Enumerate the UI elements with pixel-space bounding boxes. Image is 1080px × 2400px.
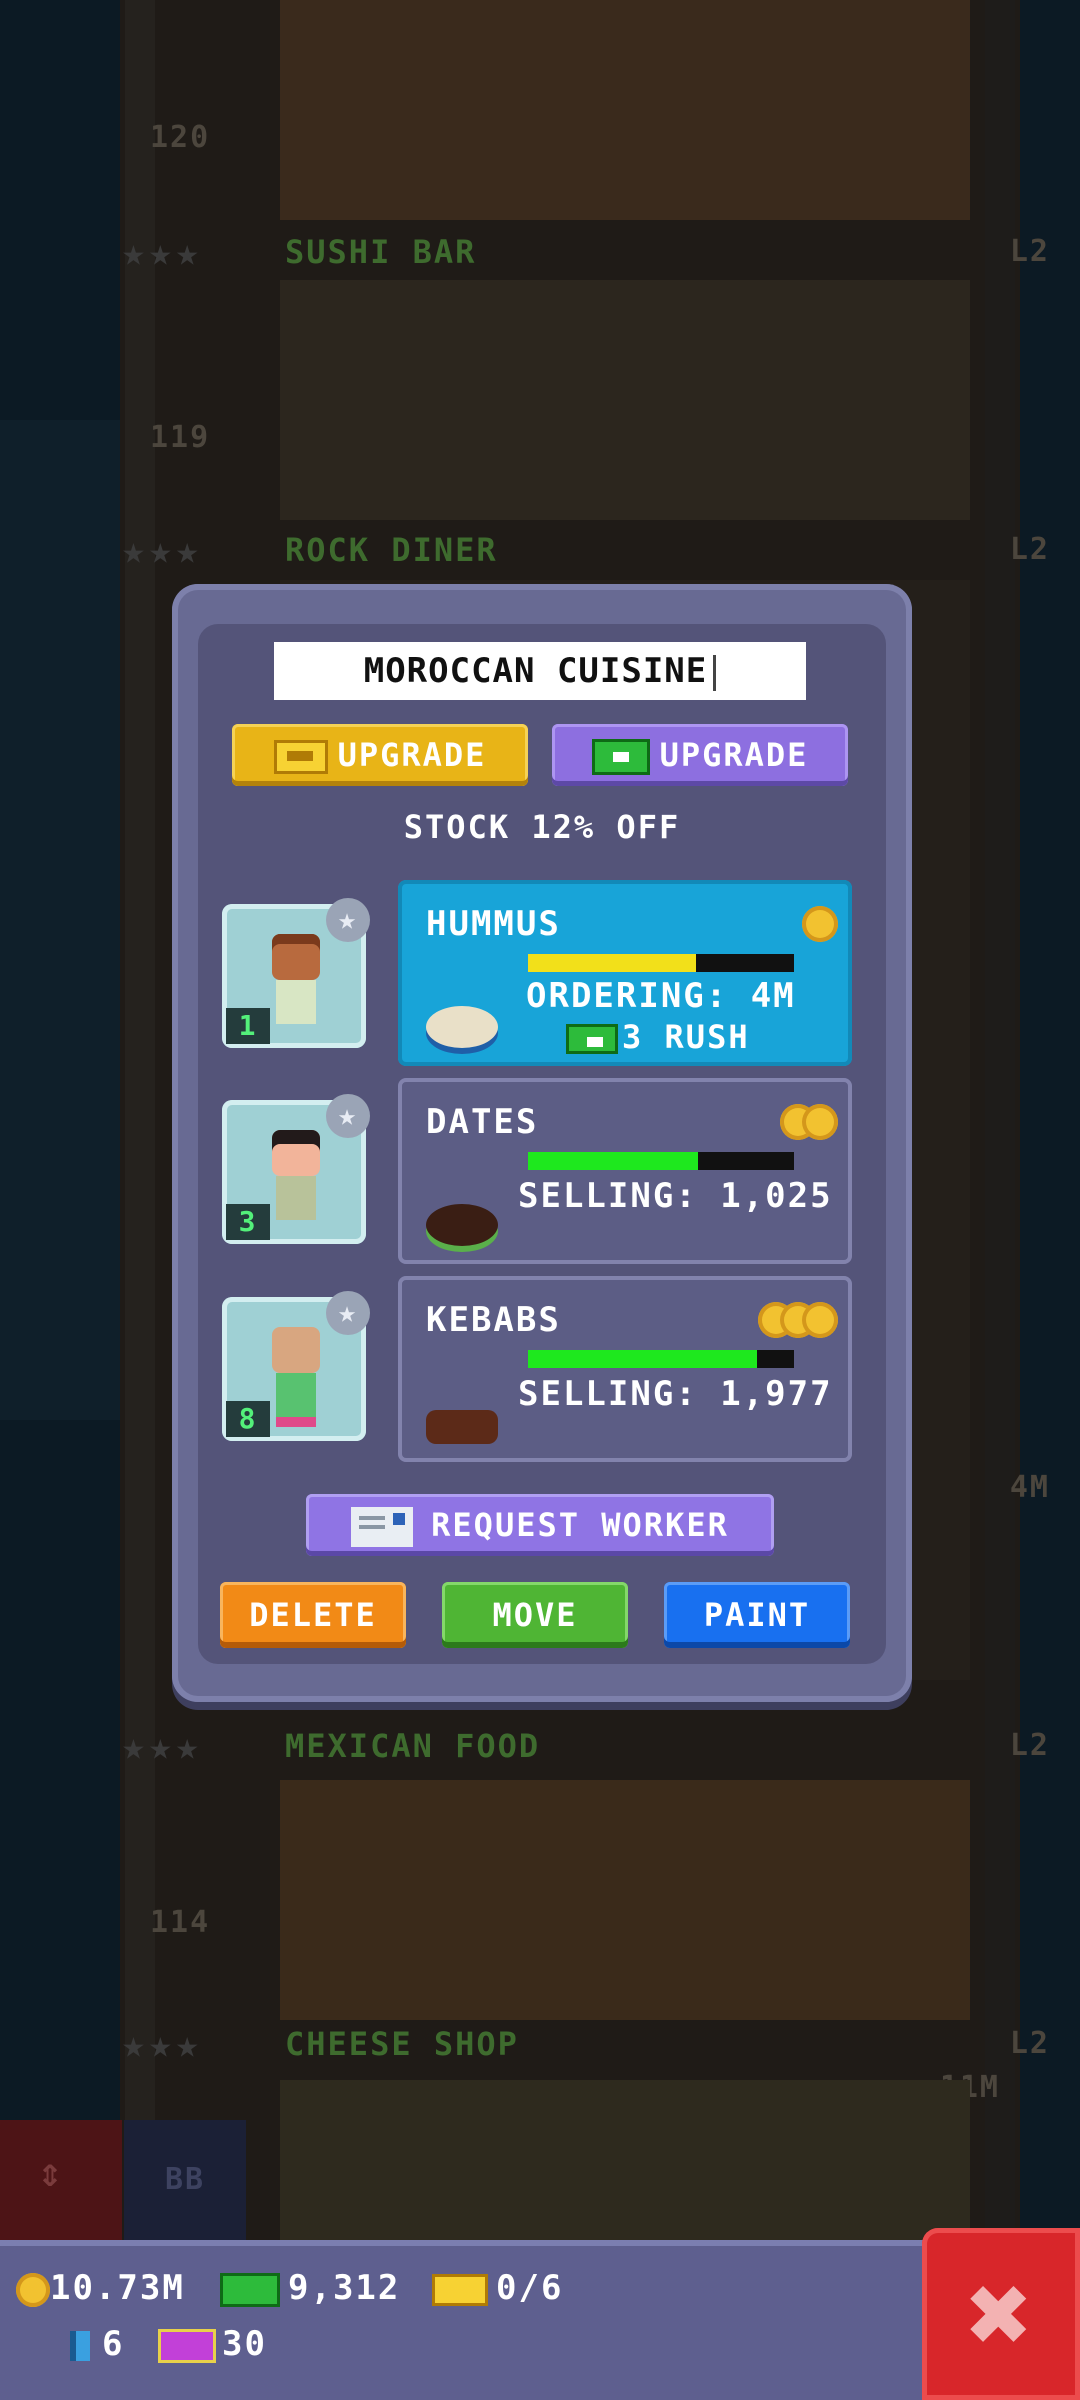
star-icon: ★ [326,1291,370,1335]
upgrade-bux-button[interactable]: UPGRADE [552,724,848,786]
floor-label-sushi-bar: SUSHI BAR [285,233,477,271]
tower-rail-right [985,0,1015,2240]
golden-ticket-icon [432,2273,488,2306]
floor-number: 120 [150,120,211,155]
worker-avatar [266,934,326,1034]
bitizens-display: 6 [70,2322,124,2366]
floor-room-rock-diner[interactable] [280,280,970,520]
floor-label-cheese-shop: CHEESE SHOP [285,2025,519,2063]
kebabs-icon [426,1410,498,1444]
floor-stars: ★★★ [122,1724,203,1768]
coin-icon [802,1302,838,1338]
vip-display: 30 [158,2322,267,2366]
floor-room-cheese-shop[interactable] [280,2080,970,2240]
elevator-arrows-icon: ⇕ [38,2150,65,2196]
dates-icon [426,1204,498,1246]
paint-button[interactable]: PAINT [664,1582,850,1648]
upgrade-coins-label: UPGRADE [337,736,487,774]
coin-icon [802,906,838,942]
resource-bar [0,2240,1080,2400]
text-cursor [713,654,717,691]
coins-display: 10.73M [16,2266,185,2310]
worker-avatar [266,1327,326,1427]
floor-name-input[interactable]: MOROCCAN CUISINE [274,642,806,700]
coin-icon [16,2272,50,2307]
elevator-control[interactable]: ⇕ [0,2120,122,2240]
product-card-hummus[interactable]: HUMMUS ORDERING: 4M 3 RUSH [398,880,852,1066]
vip-value: 30 [222,2324,267,2364]
tower-bux-icon [566,1024,618,1054]
delete-button[interactable]: DELETE [220,1582,406,1648]
product-name: DATES [426,1102,539,1142]
star-icon: ★ [326,1094,370,1138]
request-worker-label: REQUEST WORKER [431,1506,729,1544]
progress-fill [528,1350,757,1368]
product-name: KEBABS [426,1300,561,1340]
progress-fill [528,1152,699,1170]
product-card-dates[interactable]: DATES SELLING: 1,025 [398,1078,852,1264]
floor-name-text: MOROCCAN CUISINE [363,651,708,691]
progress-bar [528,954,794,972]
worker-slot-2[interactable]: ★ 3 [222,1094,370,1244]
bux-value: 9,312 [288,2268,401,2308]
hummus-icon [426,1006,498,1048]
product-name: HUMMUS [426,904,561,944]
side-price: 4M [1009,1470,1050,1505]
worker-level: 1 [226,1008,270,1044]
worker-level: 3 [226,1204,270,1240]
progress-bar [528,1350,794,1368]
upgrade-bux-label: UPGRADE [659,736,809,774]
stock-discount-text: STOCK 12% OFF [403,808,681,846]
golden-ticket-icon [273,740,328,774]
product-status: ORDERING: 4M [526,976,796,1016]
tower-bux-icon [591,739,650,775]
product-card-kebabs[interactable]: KEBABS SELLING: 1,977 [398,1276,852,1462]
coins-value: 10.73M [50,2268,185,2308]
tickets-value: 0/6 [496,2268,564,2308]
floor-level: L2 [1009,234,1050,269]
tower-bux-icon [220,2272,280,2307]
progress-fill [528,954,696,972]
request-worker-button[interactable]: REQUEST WORKER [306,1494,774,1556]
tickets-display: 0/6 [432,2266,563,2310]
coin-icon [802,1104,838,1140]
close-button[interactable]: ✖ [922,2228,1080,2400]
floor-number: 114 [150,1905,211,1940]
bitizen-icon [76,2330,90,2361]
vip-ticket-icon [158,2328,216,2363]
floor-level: L2 [1009,532,1050,567]
floor-stars: ★★★ [122,2022,203,2066]
close-icon: ✖ [966,2250,1036,2378]
worker-slot-1[interactable]: ★ 1 [222,898,370,1048]
tower-rail-left [125,0,155,2240]
bux-display: 9,312 [220,2266,400,2310]
floor-number: 119 [150,420,211,455]
mail-icon [351,1507,414,1547]
star-icon: ★ [326,898,370,942]
floor-stars: ★★★ [122,528,203,572]
worker-slot-3[interactable]: ★ 8 [222,1291,370,1441]
product-status: SELLING: 1,025 [518,1176,833,1216]
floor-room-mexican-food[interactable] [280,1780,970,2020]
progress-bar [528,1152,794,1170]
floor-level: L2 [1009,1728,1050,1763]
rush-button[interactable]: 3 RUSH [566,1018,750,1056]
basement-button[interactable]: BB [124,2120,246,2240]
floor-level: L2 [1009,2026,1050,2061]
floor-label-mexican-food: MEXICAN FOOD [285,1727,541,1765]
worker-level: 8 [226,1401,270,1437]
move-button[interactable]: MOVE [442,1582,628,1648]
product-status: SELLING: 1,977 [518,1374,833,1414]
rush-label: 3 RUSH [622,1018,750,1056]
worker-avatar [266,1130,326,1230]
floor-label-rock-diner: ROCK DINER [285,531,498,569]
upgrade-coins-button[interactable]: UPGRADE [232,724,528,786]
bitizens-value: 6 [102,2324,125,2364]
floor-room-sushi-bar[interactable] [280,0,970,220]
floor-stars: ★★★ [122,230,203,274]
background-skyline [0,420,120,1420]
